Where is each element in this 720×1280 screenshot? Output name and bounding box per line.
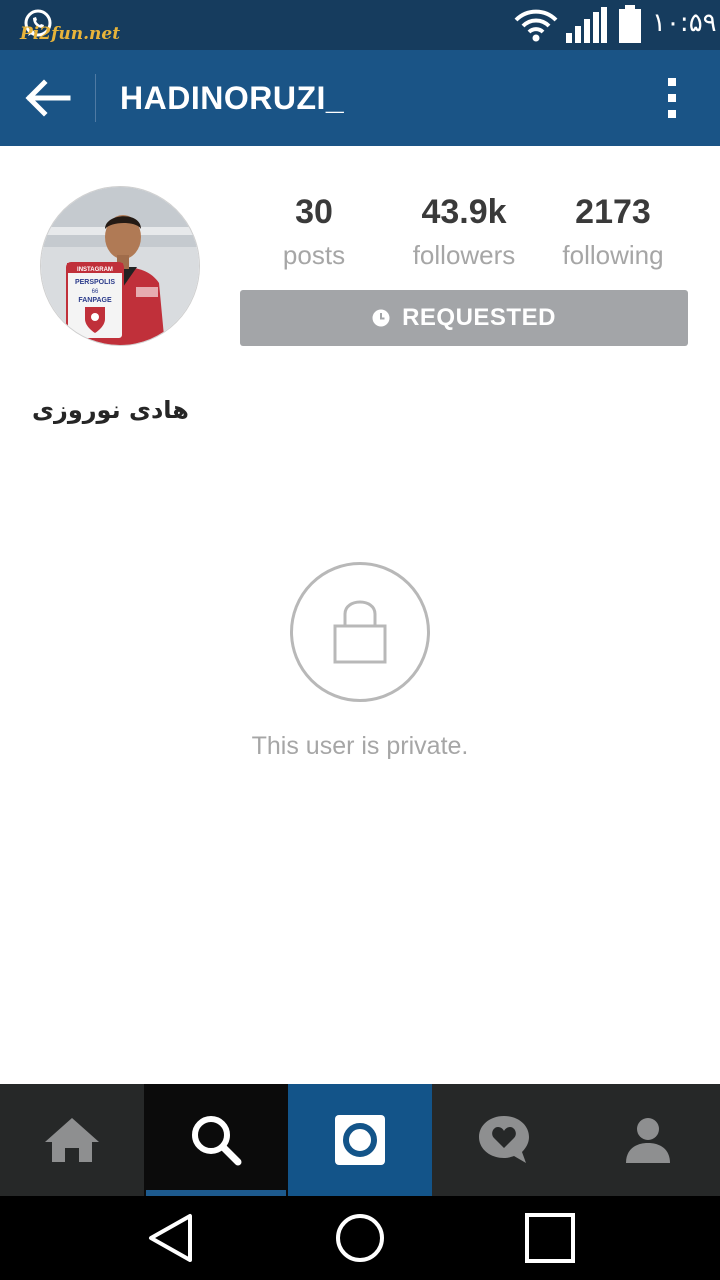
battery-icon (619, 5, 641, 43)
stat-posts-value: 30 (295, 193, 333, 231)
stat-followers[interactable]: 43.9k followers (389, 192, 539, 272)
home-circle-icon (336, 1214, 384, 1262)
cell-signal-icon (566, 7, 607, 43)
stat-posts-label: posts (282, 240, 346, 270)
system-nav-bar (0, 1196, 720, 1280)
avatar-badge-line1: INSTAGRAM (77, 267, 113, 273)
private-account-message: This user is private. (251, 732, 469, 760)
private-lock-badge (290, 562, 430, 702)
search-icon (192, 1116, 242, 1166)
tab-profile[interactable] (576, 1084, 720, 1196)
watermark-text: Pi2fun.net (20, 24, 121, 44)
requested-button[interactable]: REQUESTED (240, 290, 688, 346)
nav-back-button[interactable] (130, 1206, 210, 1270)
nav-home-button[interactable] (320, 1206, 400, 1270)
stat-following-label: following (562, 240, 664, 270)
nav-recents-button[interactable] (510, 1206, 590, 1270)
back-button[interactable] (22, 74, 74, 122)
profile-icon (626, 1118, 670, 1163)
more-options-button[interactable] (656, 74, 688, 122)
more-vertical-icon (668, 78, 676, 86)
avatar-badge-line2: PERSPOLIS (75, 279, 115, 286)
stat-following[interactable]: 2173 following (538, 192, 688, 272)
stat-posts[interactable]: 30 posts (239, 192, 389, 272)
profile-avatar[interactable]: INSTAGRAM PERSPOLIS 66 FANPAGE (40, 186, 200, 346)
avatar-badge-line4: FANPAGE (78, 297, 112, 304)
username-title: HADINORUZI_ (120, 80, 345, 116)
app-bar-divider (95, 74, 96, 122)
requested-button-label: REQUESTED (402, 304, 556, 331)
tab-home[interactable] (0, 1084, 144, 1196)
camera-icon (335, 1115, 385, 1165)
stat-following-value: 2173 (575, 193, 651, 231)
status-clock: ۱۰:۵۹ (652, 8, 717, 38)
avatar-image: INSTAGRAM PERSPOLIS 66 FANPAGE (41, 187, 199, 345)
tab-activity[interactable] (432, 1084, 576, 1196)
more-vertical-icon-dot (668, 94, 676, 102)
profile-full-name: هادی نوروزی (32, 396, 189, 424)
arrow-left-icon (25, 79, 71, 117)
tab-camera[interactable] (288, 1084, 432, 1196)
more-vertical-icon-dot (668, 110, 676, 118)
recents-square-icon (525, 1213, 575, 1263)
status-bar: Pi2fun.net ۱۰:۵۹ (0, 0, 720, 50)
stat-followers-value: 43.9k (421, 193, 507, 231)
home-icon (45, 1118, 99, 1162)
wifi-icon (514, 9, 558, 42)
avatar-badge-line3: 66 (92, 289, 99, 295)
activity-heart-icon (479, 1116, 529, 1163)
app-bar: HADINORUZI_ (0, 50, 720, 146)
bottom-tab-bar (0, 1084, 720, 1196)
back-triangle-icon (149, 1214, 192, 1262)
tab-search[interactable] (144, 1084, 288, 1196)
clock-icon (372, 309, 390, 327)
stat-followers-label: followers (412, 240, 516, 270)
lock-icon (333, 600, 387, 664)
